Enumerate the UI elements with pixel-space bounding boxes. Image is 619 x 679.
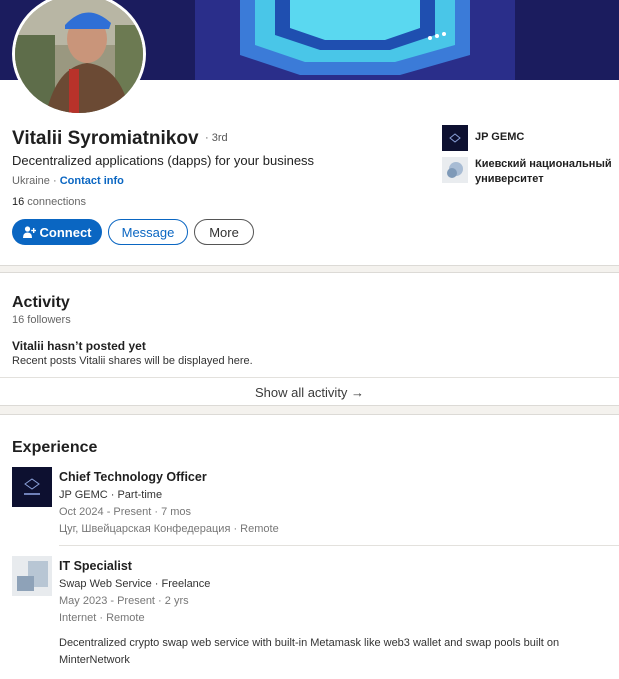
experience-location: Цуг, Швейцарская Конфедерация · Remote — [59, 523, 279, 535]
no-posts-title: Vitalii hasn’t posted yet — [12, 339, 146, 353]
company-logo-icon — [442, 125, 468, 151]
school-logo-icon — [442, 157, 468, 183]
contact-info-link[interactable]: Contact info — [60, 175, 124, 187]
activity-title: Activity — [12, 294, 70, 311]
org-education[interactable]: Киевский национальный университет — [442, 157, 612, 187]
experience-company: Swap Web Service · Freelance — [59, 578, 211, 590]
connections-number: 16 — [12, 196, 25, 208]
experience-role[interactable]: Chief Technology Officer — [59, 470, 207, 484]
connect-label: Connect — [39, 224, 92, 240]
message-button[interactable]: Message — [108, 219, 188, 245]
connections-label: connections — [24, 196, 87, 208]
school-name: Киевский национальный университет — [475, 157, 612, 187]
experience-title: Experience — [12, 439, 98, 456]
add-person-icon — [22, 226, 36, 238]
connect-button[interactable]: Connect — [12, 219, 102, 245]
company-logo-icon[interactable] — [12, 556, 52, 596]
activity-card: Activity 16 followers Vitalii hasn’t pos… — [0, 272, 619, 406]
experience-description: Decentralized crypto swap web service wi… — [59, 637, 560, 666]
connections-count[interactable]: 16 connections — [12, 196, 86, 208]
experience-location: Internet · Remote — [59, 612, 145, 624]
no-posts-description: Recent posts Vitalii shares will be disp… — [12, 355, 253, 367]
school-name-line2: университет — [475, 173, 544, 185]
profile-name: Vitalii Syromiatnikov — [12, 128, 199, 149]
experience-company: JP GEMC · Part-time — [59, 489, 163, 501]
experience-dates: Oct 2024 - Present · 7 mos — [59, 506, 192, 518]
experience-divider — [59, 545, 619, 546]
profile-headline: Decentralized applications (dapps) for y… — [12, 153, 315, 168]
connection-degree: · 3rd — [205, 132, 228, 144]
experience-card: Experience Chief Technology Officer JP G… — [0, 414, 619, 679]
school-name-line1: Киевский национальный — [475, 158, 612, 170]
company-name: JP GEMC — [475, 131, 525, 143]
more-button[interactable]: More — [194, 219, 254, 245]
org-current-company[interactable]: JP GEMC — [442, 125, 524, 151]
profile-location: Ukraine · — [12, 175, 60, 187]
experience-dates: May 2023 - Present · 2 yrs — [59, 595, 189, 607]
location-row: Ukraine · Contact info — [12, 175, 124, 187]
avatar[interactable] — [12, 0, 146, 116]
profile-card: Vitalii Syromiatnikov · 3rd Decentralize… — [0, 0, 619, 266]
show-all-activity-button[interactable]: Show all activity → — [0, 377, 619, 406]
avatar-photo — [15, 0, 143, 113]
followers-count: 16 followers — [12, 314, 71, 326]
name-row: Vitalii Syromiatnikov · 3rd — [12, 128, 228, 150]
company-logo-icon[interactable] — [12, 467, 52, 507]
experience-role[interactable]: IT Specialist — [59, 559, 132, 573]
